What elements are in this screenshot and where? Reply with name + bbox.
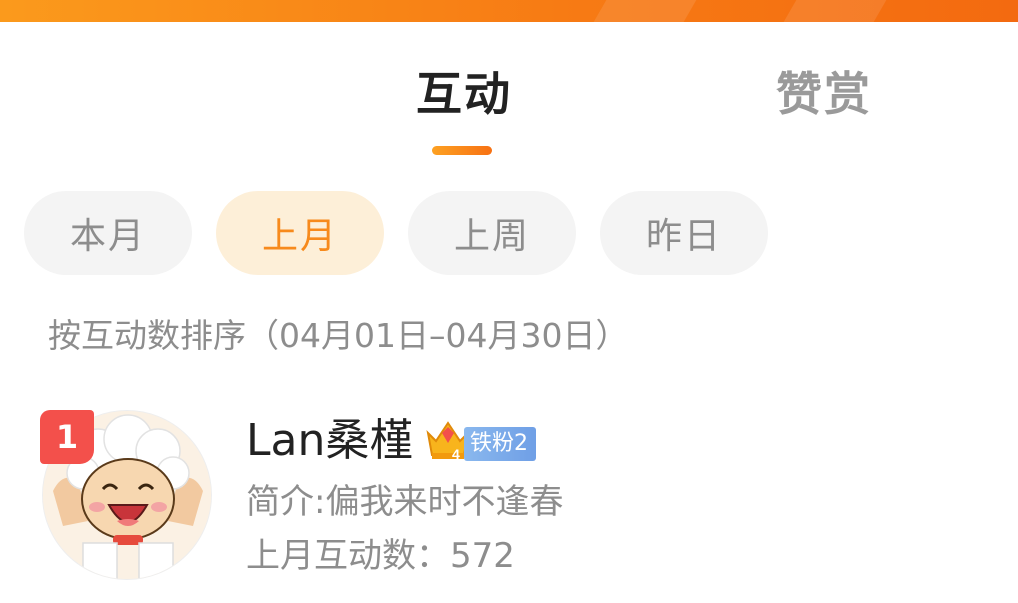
- period-filter-group: 本月 上月 上周 昨日: [0, 191, 1018, 275]
- active-tab-indicator: [432, 146, 492, 155]
- sort-description: 按互动数排序（04月01日–04月30日）: [48, 316, 629, 355]
- header-decoration: [593, 0, 697, 22]
- top-header-bar: [0, 0, 1018, 22]
- tab-interaction[interactable]: 互动: [416, 64, 512, 124]
- header-decoration: [783, 0, 887, 22]
- svg-text:4: 4: [452, 446, 460, 462]
- tab-bar: 互动 赞赏: [0, 58, 1018, 168]
- filter-yesterday[interactable]: 昨日: [600, 191, 768, 275]
- ranking-list-item[interactable]: 1 Lan桑槿 4 铁粉2 简介:偏我来时不逢春 上月互动数：572: [0, 405, 1018, 595]
- filter-last-month[interactable]: 上月: [216, 191, 384, 275]
- user-bio: 简介:偏我来时不逢春: [246, 482, 564, 522]
- user-name[interactable]: Lan桑槿: [246, 413, 413, 469]
- fan-level-label: 铁粉2: [464, 427, 536, 461]
- fan-level-badge: 4 铁粉2: [424, 415, 544, 463]
- tab-reward[interactable]: 赞赏: [776, 64, 872, 124]
- filter-last-week[interactable]: 上周: [408, 191, 576, 275]
- rank-badge: 1: [40, 410, 94, 464]
- filter-this-month[interactable]: 本月: [24, 191, 192, 275]
- user-interaction-count: 上月互动数：572: [246, 536, 515, 576]
